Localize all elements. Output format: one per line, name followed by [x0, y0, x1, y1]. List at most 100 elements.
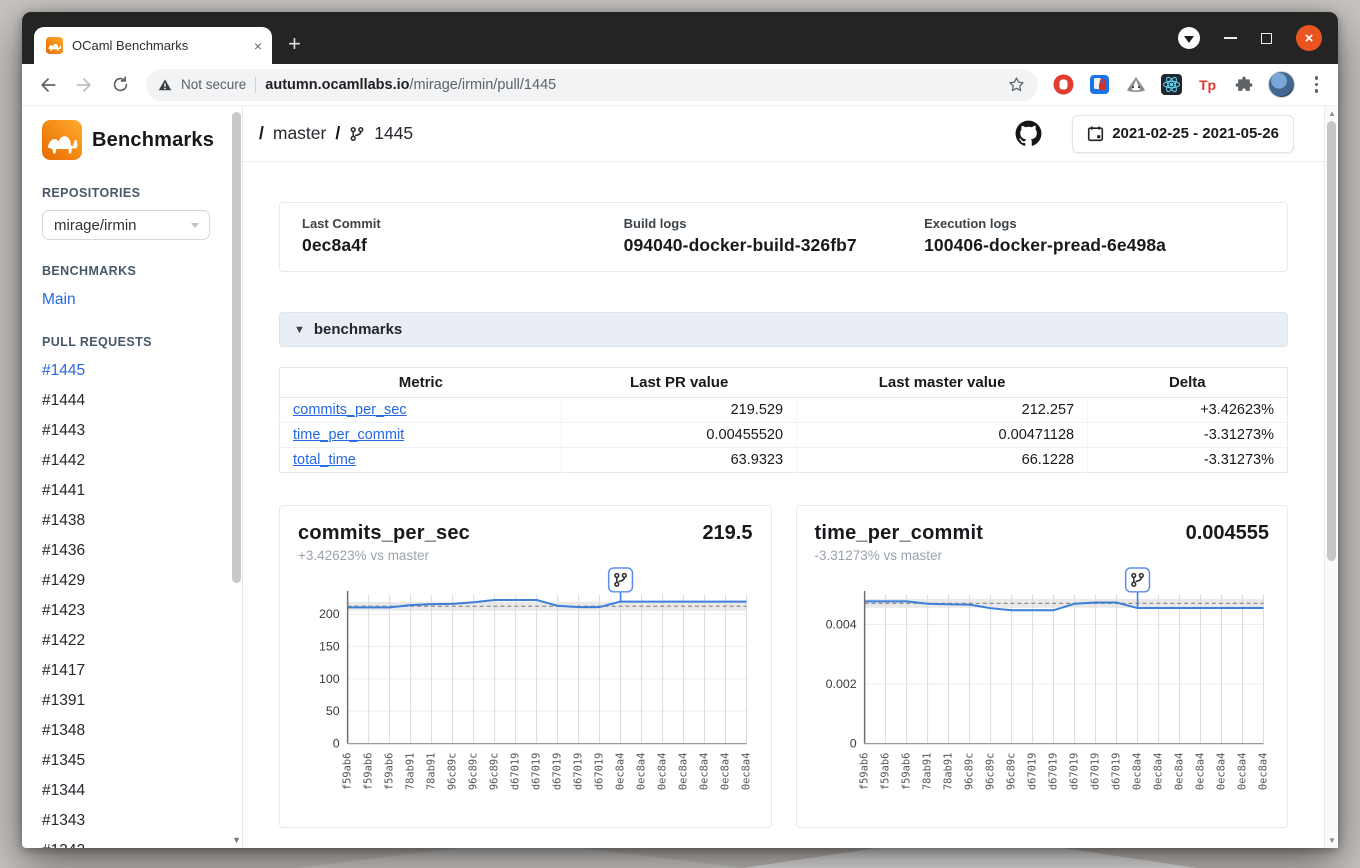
sidebar-item-pr-1441[interactable]: #1441 [42, 482, 85, 499]
metric-link-total_time[interactable]: total_time [293, 452, 356, 468]
summary-value: 100406-docker-pread-6e498a [924, 235, 1246, 256]
table-row: commits_per_sec219.529212.257+3.42623% [280, 398, 1288, 423]
sidebar-item-pr-1343[interactable]: #1343 [42, 812, 85, 829]
sidebar-item-pr-1348[interactable]: #1348 [42, 722, 85, 739]
benchmarks-collapse-header[interactable]: ▼ benchmarks [279, 312, 1288, 347]
minimize-button[interactable] [1224, 37, 1237, 39]
repository-select[interactable]: mirage/irmin [42, 210, 210, 240]
address-bar[interactable]: Not secure autumn.ocamllabs.io/mirage/ir… [146, 69, 1038, 101]
extension-badger-icon[interactable] [1124, 73, 1148, 97]
col-header-metric: Metric [280, 368, 562, 398]
breadcrumb-slash: / [335, 123, 340, 144]
back-button[interactable] [32, 69, 64, 101]
pull-request-item: #1345 [42, 746, 224, 776]
chart-plot[interactable]: 00.0020.004f59ab6f59ab6f59ab678ab9178ab9… [815, 567, 1270, 819]
github-icon[interactable] [1015, 120, 1042, 147]
pull-request-item: #1342 [42, 836, 224, 848]
page-scrollbar-thumb[interactable] [1327, 121, 1336, 561]
chart-plot[interactable]: 050100150200f59ab6f59ab6f59ab678ab9178ab… [298, 567, 753, 819]
chart-title: time_per_commit [815, 522, 984, 545]
sidebar-item-pr-1422[interactable]: #1422 [42, 632, 85, 649]
breadcrumb-branch[interactable]: master [273, 123, 326, 144]
x-tick-label: 78ab91 [942, 753, 954, 791]
sidebar-item-pr-1417[interactable]: #1417 [42, 662, 85, 679]
x-tick-label: f59ab6 [384, 753, 396, 791]
repositories-label: REPOSITORIES [42, 186, 224, 200]
merge-commit-marker[interactable] [609, 568, 633, 602]
sidebar-item-pr-1429[interactable]: #1429 [42, 572, 85, 589]
extension-react-devtools-icon[interactable] [1160, 73, 1184, 97]
sidebar-item-pr-1436[interactable]: #1436 [42, 542, 85, 559]
sidebar-item-pr-1444[interactable]: #1444 [42, 392, 85, 409]
breadcrumb: / master / 1445 [259, 123, 413, 144]
scroll-up-icon[interactable]: ▲ [1325, 109, 1339, 118]
breadcrumb-pr-number[interactable]: 1445 [374, 123, 413, 144]
new-tab-button[interactable]: + [288, 33, 301, 55]
sidebar-item-pr-1344[interactable]: #1344 [42, 782, 85, 799]
y-tick-label: 50 [326, 704, 340, 718]
table-header-row: Metric Last PR value Last master value D… [280, 368, 1288, 398]
last-pr-value-cell: 219.529 [562, 398, 797, 423]
x-tick-label: 0ec8a4 [657, 753, 669, 791]
sidebar-item-main[interactable]: Main [42, 291, 76, 309]
sidebar-scrollbar-thumb[interactable] [232, 112, 241, 583]
chart-current-value: 0.004555 [1186, 522, 1269, 545]
tab-close-icon[interactable]: × [254, 39, 262, 53]
browser-tab[interactable]: OCaml Benchmarks × [34, 27, 272, 64]
x-tick-label: d67019 [573, 753, 585, 791]
y-tick-label: 100 [319, 672, 340, 686]
not-secure-warning-icon[interactable] [158, 78, 172, 92]
pull-request-item: #1343 [42, 806, 224, 836]
url-host: autumn.ocamllabs.io [265, 77, 409, 93]
sidebar-item-pr-1423[interactable]: #1423 [42, 602, 85, 619]
bookmark-star-icon[interactable] [1007, 75, 1026, 94]
y-tick-label: 200 [319, 607, 340, 621]
metric-link-commits_per_sec[interactable]: commits_per_sec [293, 402, 407, 418]
sidebar-item-pr-1342[interactable]: #1342 [42, 842, 85, 848]
sidebar-item-pr-1442[interactable]: #1442 [42, 452, 85, 469]
sidebar-item-pr-1445[interactable]: #1445 [42, 362, 85, 379]
scroll-down-icon[interactable]: ▼ [1325, 836, 1339, 845]
ocaml-camel-logo-icon [42, 120, 82, 160]
x-tick-label: 96c89c [984, 753, 996, 791]
extensions-puzzle-icon[interactable] [1232, 73, 1256, 97]
delta-cell: +3.42623% [1088, 398, 1288, 423]
summary-execution-logs: Execution logs 100406-docker-pread-6e498… [924, 216, 1246, 256]
sidebar-scroll-down-icon[interactable]: ▼ [232, 835, 241, 845]
sidebar-item-pr-1345[interactable]: #1345 [42, 752, 85, 769]
browser-window: OCaml Benchmarks × + × Not secure autumn… [22, 12, 1338, 848]
metric-link-time_per_commit[interactable]: time_per_commit [293, 427, 404, 443]
omnibox-divider [255, 77, 256, 93]
charts-row: commits_per_sec 219.5 +3.42623% vs maste… [279, 505, 1288, 828]
chart-current-value: 219.5 [702, 522, 752, 545]
forward-button[interactable] [68, 69, 100, 101]
brand[interactable]: Benchmarks [42, 120, 224, 160]
pull-request-item: #1429 [42, 566, 224, 596]
profile-avatar[interactable] [1268, 71, 1295, 98]
pull-request-item: #1344 [42, 776, 224, 806]
extension-tp-icon[interactable]: Tp [1196, 73, 1220, 97]
close-window-button[interactable]: × [1296, 25, 1322, 51]
reload-button[interactable] [104, 69, 136, 101]
sidebar-item-pr-1391[interactable]: #1391 [42, 692, 85, 709]
extension-blue-lock-icon[interactable] [1088, 73, 1112, 97]
extension-red-circle-icon[interactable] [1052, 73, 1076, 97]
sidebar-item-pr-1443[interactable]: #1443 [42, 422, 85, 439]
page-scrollbar[interactable]: ▲ ▼ [1324, 106, 1338, 848]
tab-search-button[interactable] [1178, 27, 1200, 49]
date-range-picker[interactable]: 2021-02-25 - 2021-05-26 [1072, 115, 1294, 153]
summary-build-logs: Build logs 094040-docker-build-326fb7 [624, 216, 924, 256]
x-tick-label: 0ec8a4 [1131, 753, 1143, 791]
pull-requests-label: PULL REQUESTS [42, 335, 224, 349]
page-content: Benchmarks REPOSITORIES mirage/irmin BEN… [22, 106, 1338, 848]
browser-menu-kebab-icon[interactable] [1307, 72, 1327, 97]
maximize-button[interactable] [1261, 33, 1272, 44]
sidebar-item-pr-1438[interactable]: #1438 [42, 512, 85, 529]
sidebar-scrollbar[interactable]: ▼ [232, 110, 241, 834]
select-chevron-icon [191, 223, 199, 228]
main-panel: ▲ ▼ / master / 1445 2021-02-25 - 2021-05… [243, 106, 1338, 848]
x-tick-label: f59ab6 [858, 753, 870, 791]
not-secure-label[interactable]: Not secure [181, 77, 246, 92]
url-text[interactable]: autumn.ocamllabs.io/mirage/irmin/pull/14… [265, 77, 997, 93]
summary-label: Last Commit [302, 216, 624, 231]
